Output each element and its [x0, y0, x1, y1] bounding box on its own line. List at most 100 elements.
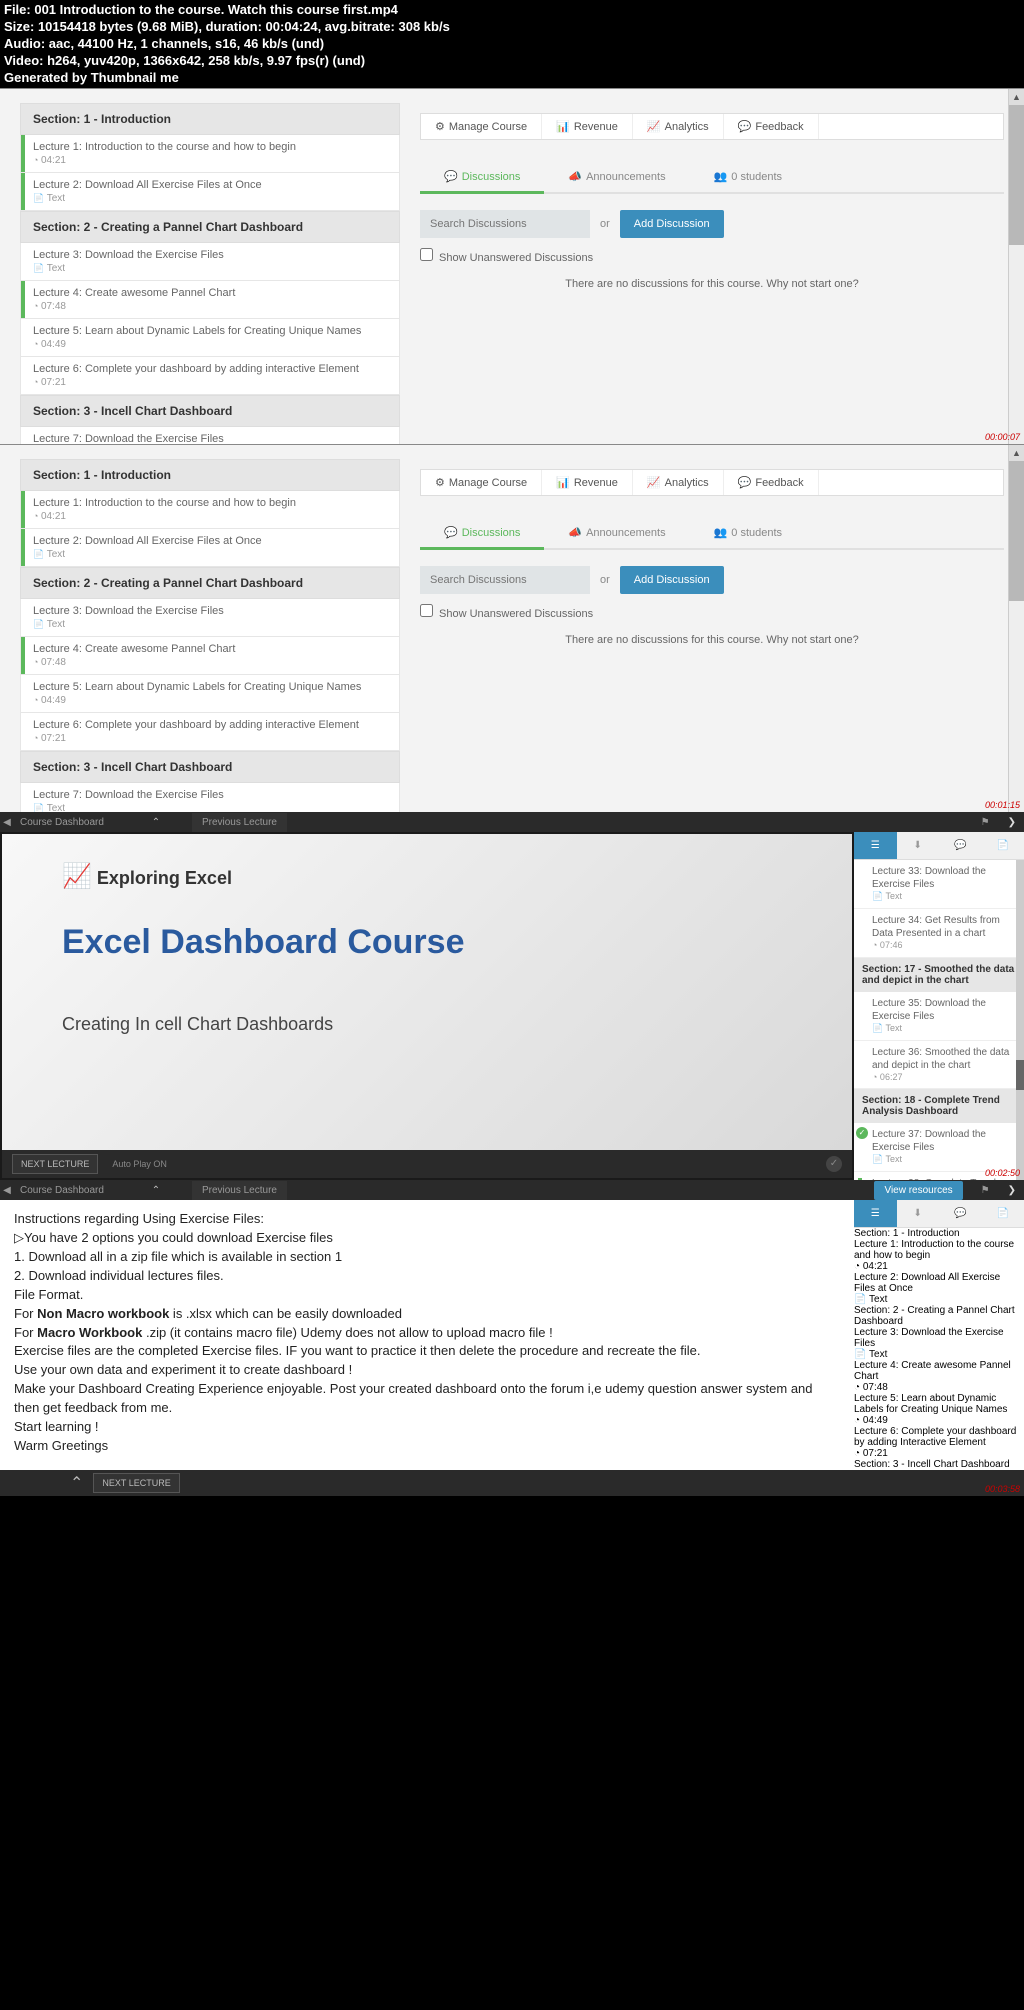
lecture-sidebar: ☰ ⬇ 💬 📄 Section: 1 - IntroductionLecture…: [854, 1200, 1024, 1470]
unanswered-checkbox[interactable]: [420, 604, 433, 617]
section-header[interactable]: Section: 3 - Incell Chart Dashboard: [20, 395, 400, 427]
chevron-up-icon[interactable]: ⌃: [150, 1185, 162, 1196]
lecture-item[interactable]: Lecture 1: Introduction to the course an…: [20, 491, 400, 529]
section-header[interactable]: Section: 1 - Introduction: [20, 459, 400, 491]
analytics-button[interactable]: Analytics: [633, 470, 724, 495]
sidebar-tab-download-icon[interactable]: ⬇: [897, 832, 940, 859]
lecture-item[interactable]: Lecture 2: Download All Exercise Files a…: [20, 529, 400, 567]
sidebar-tab-chat-icon[interactable]: 💬: [939, 1200, 982, 1227]
brand-logo: Exploring Excel: [97, 868, 232, 888]
course-toolbar: Manage Course Revenue Analytics Feedback: [420, 113, 1004, 140]
feedback-button[interactable]: Feedback: [724, 114, 819, 139]
lecture-item[interactable]: Lecture 36: Smoothed the data and depict…: [854, 1041, 1024, 1090]
section-header[interactable]: Section: 2 - Creating a Pannel Chart Das…: [20, 567, 400, 599]
revenue-button[interactable]: Revenue: [542, 470, 633, 495]
next-lecture-button[interactable]: NEXT LECTURE: [12, 1154, 98, 1174]
tab-announcements[interactable]: 📣Announcements: [544, 518, 689, 548]
lecture-item[interactable]: Lecture 4: Create awesome Pannel Chart07…: [20, 281, 400, 319]
section-header[interactable]: Section: 1 - Introduction: [854, 1228, 1024, 1239]
tab-students[interactable]: 👥0 students: [690, 162, 806, 192]
lecture-item[interactable]: Lecture 5: Learn about Dynamic Labels fo…: [854, 1393, 1024, 1426]
tab-announcements[interactable]: 📣Announcements: [544, 162, 689, 192]
previous-lecture-button[interactable]: Previous Lecture: [192, 813, 287, 832]
back-icon[interactable]: ◀: [0, 1185, 14, 1196]
course-dashboard-link[interactable]: Course Dashboard: [14, 1185, 110, 1196]
slide-subtitle: Creating In cell Chart Dashboards: [62, 1014, 333, 1035]
course-dashboard-link[interactable]: Course Dashboard: [14, 817, 110, 828]
lecture-item[interactable]: Lecture 33: Download the Exercise Files📄…: [854, 860, 1024, 909]
analytics-button[interactable]: Analytics: [633, 114, 724, 139]
manage-course-button[interactable]: Manage Course: [421, 114, 542, 139]
lecture-item[interactable]: Lecture 3: Download the Exercise Files📄 …: [854, 1327, 1024, 1360]
lecture-item[interactable]: Lecture 3: Download the Exercise FilesTe…: [20, 243, 400, 281]
video-player[interactable]: 📈 Exploring Excel Excel Dashboard Course…: [2, 834, 852, 1178]
lecture-item[interactable]: Lecture 6: Complete your dashboard by ad…: [20, 713, 400, 751]
search-discussions-input[interactable]: [420, 566, 590, 594]
thumbnail-2: Section: 1 - IntroductionLecture 1: Intr…: [0, 444, 1024, 812]
next-icon[interactable]: ❯: [1000, 817, 1024, 828]
lecture-item[interactable]: Lecture 34: Get Results from Data Presen…: [854, 909, 1024, 958]
sidebar-tab-doc-icon[interactable]: 📄: [982, 1200, 1024, 1227]
back-icon[interactable]: ◀: [0, 817, 14, 828]
chevron-up-icon[interactable]: ⌃: [150, 817, 162, 828]
next-icon[interactable]: ❯: [1000, 1185, 1024, 1196]
sidebar-tab-doc-icon[interactable]: 📄: [982, 832, 1024, 859]
player-top-bar: ◀ Course Dashboard ⌃ Previous Lecture ⚑ …: [0, 812, 1024, 832]
meta-size: Size: 10154418 bytes (9.68 MiB), duratio…: [4, 19, 1020, 36]
flag-icon[interactable]: ⚑: [971, 817, 1000, 828]
next-lecture-button[interactable]: NEXT LECTURE: [93, 1473, 179, 1493]
meta-file: File: 001 Introduction to the course. Wa…: [4, 2, 1020, 19]
file-meta: File: 001 Introduction to the course. Wa…: [0, 0, 1024, 88]
lecture-item[interactable]: Lecture 1: Introduction to the course an…: [854, 1239, 1024, 1272]
section-header[interactable]: Section: 2 - Creating a Pannel Chart Das…: [854, 1305, 1024, 1327]
lecture-item[interactable]: Lecture 5: Learn about Dynamic Labels fo…: [20, 319, 400, 357]
lecture-item[interactable]: Lecture 4: Create awesome Pannel Chart07…: [20, 637, 400, 675]
feedback-button[interactable]: Feedback: [724, 470, 819, 495]
sidebar-tab-download-icon[interactable]: ⬇: [897, 1200, 940, 1227]
section-header[interactable]: Section: 17 - Smoothed the data and depi…: [854, 958, 1024, 992]
view-resources-button[interactable]: View resources: [874, 1181, 962, 1200]
lecture-item[interactable]: Lecture 5: Learn about Dynamic Labels fo…: [20, 675, 400, 713]
section-header[interactable]: Section: 1 - Introduction: [20, 103, 400, 135]
tab-students[interactable]: 👥0 students: [690, 518, 806, 548]
sidebar-scrollbar[interactable]: [1016, 860, 1024, 1180]
chevron-up-icon[interactable]: ⌃: [70, 1473, 83, 1493]
bottom-controls: ⌃ NEXT LECTURE: [0, 1470, 1024, 1496]
sidebar-tab-list-icon[interactable]: ☰: [854, 1200, 897, 1227]
lecture-item[interactable]: Lecture 3: Download the Exercise FilesTe…: [20, 599, 400, 637]
autoplay-label[interactable]: Auto Play ON: [112, 1159, 167, 1169]
add-discussion-button[interactable]: Add Discussion: [620, 566, 724, 594]
section-header[interactable]: Section: 2 - Creating a Pannel Chart Das…: [20, 211, 400, 243]
unanswered-checkbox[interactable]: [420, 248, 433, 261]
section-header[interactable]: Section: 3 - Incell Chart Dashboard: [854, 1459, 1024, 1470]
video-controls: NEXT LECTURE Auto Play ON ✓: [2, 1150, 852, 1178]
tab-discussions[interactable]: 💬Discussions: [420, 162, 544, 194]
lecture-sidebar: ☰ ⬇ 💬 📄 Lecture 33: Download the Exercis…: [854, 832, 1024, 1180]
empty-discussions: There are no discussions for this course…: [420, 278, 1004, 290]
lecture-item[interactable]: Lecture 2: Download All Exercise Files a…: [854, 1272, 1024, 1305]
previous-lecture-button[interactable]: Previous Lecture: [192, 1181, 287, 1200]
lecture-item[interactable]: Lecture 2: Download All Exercise Files a…: [20, 173, 400, 211]
revenue-button[interactable]: Revenue: [542, 114, 633, 139]
check-icon[interactable]: ✓: [826, 1156, 842, 1172]
search-discussions-input[interactable]: [420, 210, 590, 238]
lecture-item[interactable]: Lecture 4: Create awesome Pannel Chart◔ …: [854, 1360, 1024, 1393]
sidebar-tab-list-icon[interactable]: ☰: [854, 832, 897, 859]
lecture-item[interactable]: Lecture 6: Complete your dashboard by ad…: [20, 357, 400, 395]
section-header[interactable]: Section: 3 - Incell Chart Dashboard: [20, 751, 400, 783]
thumbnail-4: ◀ Course Dashboard ⌃ Previous Lecture Vi…: [0, 1180, 1024, 1496]
slide-title: Excel Dashboard Course: [62, 924, 464, 961]
lecture-item[interactable]: ✓Lecture 37: Download the Exercise Files…: [854, 1123, 1024, 1172]
lecture-item[interactable]: Lecture 6: Complete your dashboard by ad…: [854, 1426, 1024, 1459]
lecture-item[interactable]: Lecture 1: Introduction to the course an…: [20, 135, 400, 173]
manage-course-button[interactable]: Manage Course: [421, 470, 542, 495]
scrollbar[interactable]: ▲: [1008, 89, 1024, 444]
flag-icon[interactable]: ⚑: [971, 1185, 1000, 1196]
tab-discussions[interactable]: 💬Discussions: [420, 518, 544, 550]
sidebar-tab-chat-icon[interactable]: 💬: [939, 832, 982, 859]
lecture-item[interactable]: Lecture 35: Download the Exercise Files📄…: [854, 992, 1024, 1041]
scrollbar[interactable]: ▲: [1008, 445, 1024, 812]
timestamp: 00:00:07: [985, 432, 1020, 442]
add-discussion-button[interactable]: Add Discussion: [620, 210, 724, 238]
section-header[interactable]: Section: 18 - Complete Trend Analysis Da…: [854, 1089, 1024, 1123]
